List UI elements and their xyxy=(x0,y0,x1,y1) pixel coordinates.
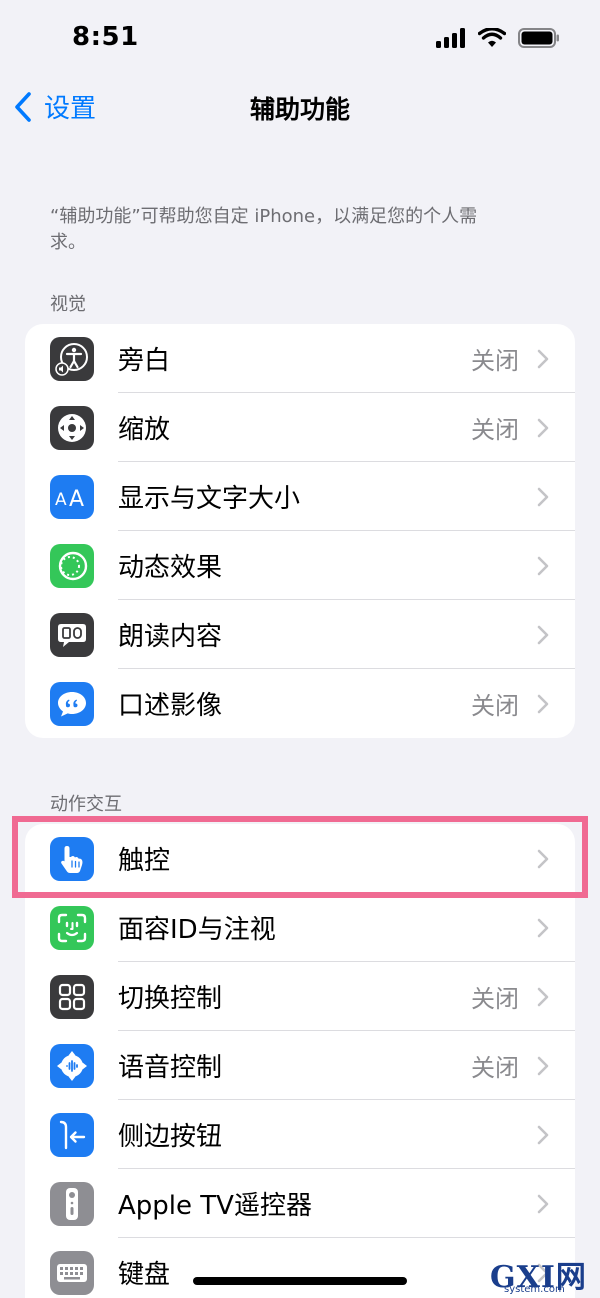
row-display-text-size[interactable]: A A 显示与文字大小 xyxy=(25,462,575,531)
chevron-right-icon xyxy=(537,849,549,869)
voiceover-icon xyxy=(50,336,94,381)
side-button-icon xyxy=(50,1112,94,1157)
row-label: 键盘 xyxy=(118,1260,171,1290)
watermark-sub-text: system.com xyxy=(504,1284,565,1295)
vision-group: 旁白 关闭 缩放 关闭 A A 显示与文字大小 动态效果 朗读内容 口述影像 关… xyxy=(25,324,575,738)
chevron-right-icon xyxy=(537,1125,549,1145)
row-label: 触控 xyxy=(118,846,171,876)
row-voiceover[interactable]: 旁白 关闭 xyxy=(25,324,575,393)
row-value: 关闭 xyxy=(471,692,519,720)
row-audio-descriptions[interactable]: 口述影像 关闭 xyxy=(25,669,575,738)
row-switch-control[interactable]: 切换控制 关闭 xyxy=(25,962,575,1031)
row-label: 侧边按钮 xyxy=(118,1122,223,1152)
face-id-icon xyxy=(50,905,94,950)
wifi-icon xyxy=(478,28,506,47)
row-apple-tv-remote[interactable]: Apple TV遥控器 xyxy=(25,1169,575,1238)
row-voice-control[interactable]: 语音控制 关闭 xyxy=(25,1031,575,1100)
chevron-right-icon xyxy=(537,625,549,645)
row-spoken-content[interactable]: 朗读内容 xyxy=(25,600,575,669)
chevron-right-icon xyxy=(537,556,549,576)
row-value: 关闭 xyxy=(471,416,519,444)
row-value: 关闭 xyxy=(471,347,519,375)
row-value: 关闭 xyxy=(471,985,519,1013)
svg-text:A: A xyxy=(69,487,84,511)
switch-control-icon xyxy=(50,974,94,1019)
chevron-right-icon xyxy=(537,349,549,369)
chevron-right-icon xyxy=(537,694,549,714)
keyboard-icon xyxy=(50,1250,94,1295)
row-zoom[interactable]: 缩放 关闭 xyxy=(25,393,575,462)
audio-description-icon xyxy=(50,681,94,726)
row-label: 切换控制 xyxy=(118,984,223,1014)
apple-tv-remote-icon xyxy=(50,1181,94,1226)
row-touch[interactable]: 触控 xyxy=(25,824,575,893)
row-label: 动态效果 xyxy=(118,553,223,583)
navigation-bar: 设置 辅助功能 xyxy=(0,80,600,136)
row-label: 朗读内容 xyxy=(118,622,223,652)
spoken-content-icon xyxy=(50,612,94,657)
status-icons xyxy=(436,28,560,48)
row-label: Apple TV遥控器 xyxy=(118,1191,312,1221)
row-label: 口述影像 xyxy=(118,691,223,721)
row-label: 旁白 xyxy=(118,346,171,376)
row-label: 缩放 xyxy=(118,415,171,445)
cellular-signal-icon xyxy=(436,28,465,48)
svg-text:A: A xyxy=(55,490,67,510)
chevron-right-icon xyxy=(537,987,549,1007)
section-header-vision: 视觉 xyxy=(50,294,86,315)
section-header-physical-motor: 动作交互 xyxy=(50,794,122,815)
motion-icon xyxy=(50,543,94,588)
text-size-icon: A A xyxy=(50,474,94,519)
chevron-right-icon xyxy=(537,487,549,507)
chevron-right-icon xyxy=(537,1056,549,1076)
chevron-right-icon xyxy=(537,1194,549,1214)
status-time: 8:51 xyxy=(72,22,139,52)
battery-icon xyxy=(518,28,559,48)
physical-motor-group: 触控 面容ID与注视 切换控制 关闭 语音控制 关闭 侧边按钮 Apple TV… xyxy=(25,824,575,1298)
row-value: 关闭 xyxy=(471,1054,519,1082)
watermark-logo: GXI网 system.com xyxy=(490,1254,594,1295)
row-face-id-attention[interactable]: 面容ID与注视 xyxy=(25,893,575,962)
chevron-right-icon xyxy=(537,918,549,938)
voice-control-icon xyxy=(50,1043,94,1088)
row-label: 语音控制 xyxy=(118,1053,223,1083)
touch-icon xyxy=(50,836,94,881)
row-side-button[interactable]: 侧边按钮 xyxy=(25,1100,575,1169)
home-indicator[interactable] xyxy=(193,1277,407,1285)
chevron-right-icon xyxy=(537,418,549,438)
row-label: 面容ID与注视 xyxy=(118,915,276,945)
row-label: 显示与文字大小 xyxy=(118,484,301,514)
status-bar: 8:51 xyxy=(0,0,600,80)
intro-text: “辅助功能”可帮助您自定 iPhone，以满足您的个人需求。 xyxy=(50,206,478,253)
page-title: 辅助功能 xyxy=(249,95,350,124)
zoom-icon xyxy=(50,405,94,450)
row-motion[interactable]: 动态效果 xyxy=(25,531,575,600)
